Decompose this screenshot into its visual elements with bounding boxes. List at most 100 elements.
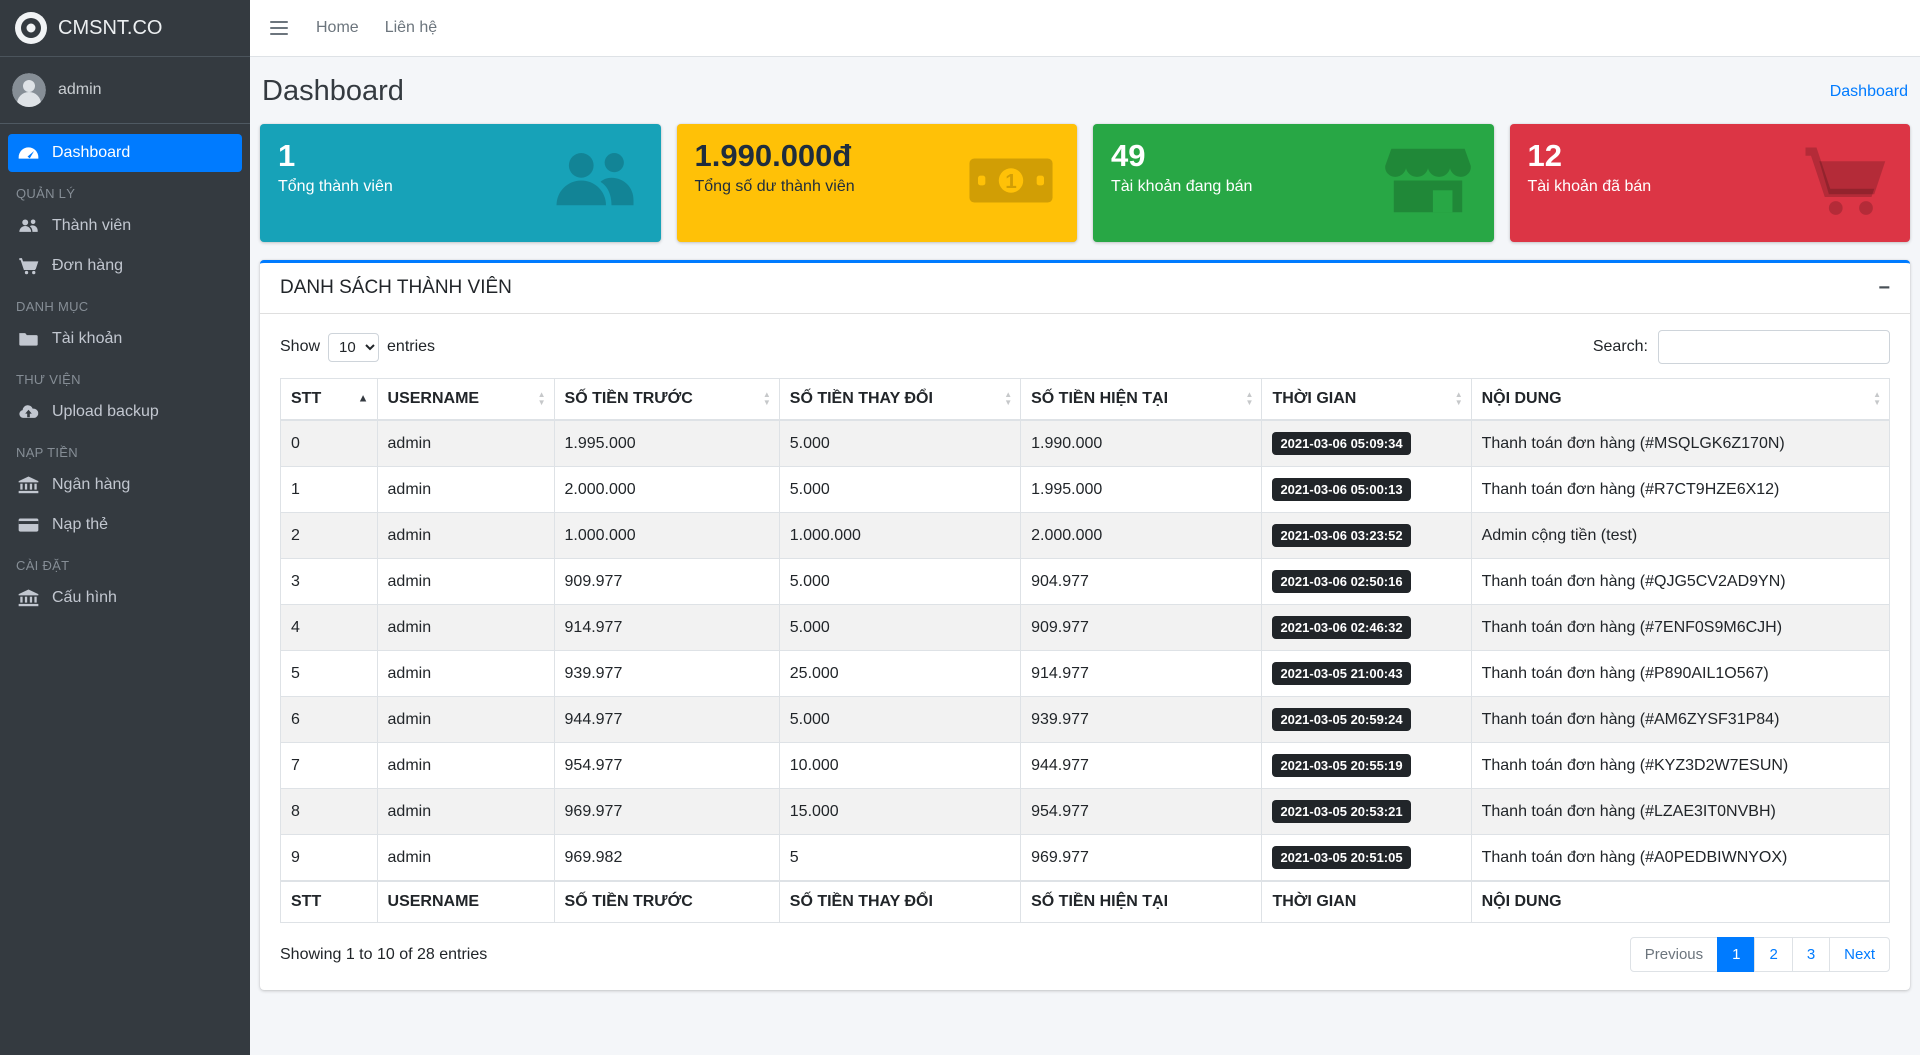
time-badge: 2021-03-06 02:46:32 [1272,616,1411,639]
table-header-row: STT ▲ USERNAME ▲ ▼ SỐ TIỀN TRƯỚC ▲ ▼ SỐ TIỀN THA… [280,378,1891,421]
cell-stt: 6 [280,696,378,743]
column-header-noi-dung[interactable]: NỘI DUNG ▲ ▼ [1470,378,1891,421]
column-footer-stt: STT [280,880,378,923]
search-input[interactable] [1658,330,1890,364]
column-header-so-tien-thay-oi[interactable]: SỐ TIỀN THAY ĐỔI ▲ ▼ [778,378,1022,421]
app-window: CMSNT.CO admin Dashboard QUẢN LÝ Thành viê… [0,0,1920,1055]
cell-noi-dung: Admin cộng tiền (test) [1470,512,1891,559]
entries-select[interactable]: 10 [328,332,380,362]
stat-card-tong-so-du-thanh-vien[interactable]: 1.990.000đ Tổng số dư thành viên 1 [676,124,1077,242]
sidebar-section-header-quan-ly: QUẢN LÝ [16,186,76,201]
time-badge: 2021-03-05 20:55:19 [1272,754,1411,777]
cell-thoi-gian: 2021-03-05 20:55:19 [1261,742,1472,789]
column-header-so-tien-truoc[interactable]: SỐ TIỀN TRƯỚC ▲ ▼ [553,378,780,421]
cell-so-tien-truoc: 1.995.000 [553,419,780,467]
folder-icon [16,330,41,348]
cell-stt: 0 [280,419,378,467]
table-footer-row: STT USERNAME SỐ TIỀN TRƯỚC SỐ TIỀN THAY ĐỔI… [280,880,1891,923]
members-table: STT ▲ USERNAME ▲ ▼ SỐ TIỀN TRƯỚC ▲ ▼ SỐ TIỀN THA… [280,378,1891,923]
sidebar-item-label: Thành viên [52,217,132,234]
cell-thoi-gian: 2021-03-05 20:51:05 [1261,834,1472,882]
cell-username: admin [376,696,555,743]
sidebar-item-nap-the[interactable]: Nạp thẻ [8,506,242,544]
column-header-username[interactable]: USERNAME ▲ ▼ [376,378,555,421]
column-header-stt[interactable]: STT ▲ [280,378,378,421]
cell-username: admin [376,788,555,835]
pagination: Previous 1 2 3 Next [1629,937,1890,972]
cell-stt: 3 [280,558,378,605]
cell-noi-dung: Thanh toán đơn hàng (#R7CT9HZE6X12) [1470,466,1891,513]
nav-link-home[interactable]: Home [316,19,359,37]
sidebar-item-on-hang[interactable]: Đơn hàng [8,247,242,285]
pagination-page-3[interactable]: 3 [1791,937,1831,972]
cell-thoi-gian: 2021-03-06 02:50:16 [1261,558,1472,605]
sidebar-item-cau-hinh[interactable]: Cấu hình [8,579,242,617]
breadcrumb[interactable]: Dashboard [1830,83,1908,101]
cell-thoi-gian: 2021-03-06 05:00:13 [1261,466,1472,513]
collapse-button[interactable]: − [1878,278,1890,298]
time-badge: 2021-03-05 21:00:43 [1272,662,1411,685]
sidebar-item-label: Cấu hình [52,589,117,606]
cell-so-tien-truoc: 1.000.000 [553,512,780,559]
cell-so-tien-thay-oi: 5.000 [778,696,1022,743]
tachometer-icon [16,144,41,162]
cart-icon [1800,144,1888,223]
column-footer-so-tien-hien-tai: SỐ TIỀN HIỆN TẠI [1020,880,1263,923]
pagination-next[interactable]: Next [1829,937,1890,972]
cell-noi-dung: Thanh toán đơn hàng (#LZAE3IT0NVBH) [1470,788,1891,835]
cell-noi-dung: Thanh toán đơn hàng (#KYZ3D2W7ESUN) [1470,742,1891,789]
cell-username: admin [376,466,555,513]
user-name[interactable]: admin [58,81,102,99]
cell-stt: 1 [280,466,378,513]
cell-thoi-gian: 2021-03-06 03:23:52 [1261,512,1472,559]
top-navbar: Home Liên hệ [250,0,1920,57]
sidebar-menu: Dashboard QUẢN LÝ Thành viên Đơn hàng DANH M… [0,124,250,629]
table-body: 0 admin 1.995.000 5.000 1.990.000 2021-03-06 … [280,419,1891,882]
cell-thoi-gian: 2021-03-05 20:59:24 [1261,696,1472,743]
user-panel: admin [0,57,250,124]
stat-card-tai-khoan-ang-ban[interactable]: 49 Tài khoản đang bán [1093,124,1494,242]
cell-so-tien-thay-oi: 5.000 [778,604,1022,651]
credit-card-icon [16,516,41,534]
pagination-page-1[interactable]: 1 [1717,937,1756,972]
table-row: 7 admin 954.977 10.000 944.977 2021-03-05 20:… [280,742,1891,789]
sidebar-item-thanh-vien[interactable]: Thành viên [8,207,242,245]
sort-icons: ▲ ▼ [537,390,546,407]
panel-title: DANH SÁCH THÀNH VIÊN [280,277,512,298]
sidebar-item-upload-backup[interactable]: Upload backup [8,393,242,431]
bank-icon [16,589,41,607]
cell-so-tien-thay-oi: 1.000.000 [778,512,1022,559]
cell-so-tien-hien-tai: 954.977 [1020,788,1263,835]
sidebar-item-label: Nạp thẻ [52,516,109,533]
cell-so-tien-hien-tai: 1.990.000 [1020,419,1263,467]
table-row: 5 admin 939.977 25.000 914.977 2021-03-05 21:… [280,650,1891,697]
stat-cards: 1 Tổng thành viên 1.990.000đ Tổng số dư thà… [260,124,1910,242]
sidebar-item-label: Đơn hàng [52,257,123,274]
sidebar: CMSNT.CO admin Dashboard QUẢN LÝ Thành viê… [0,0,250,1055]
time-badge: 2021-03-05 20:59:24 [1272,708,1411,731]
menu-toggle-button[interactable] [268,13,290,43]
cell-so-tien-truoc: 909.977 [553,558,780,605]
stat-card-tong-thanh-vien[interactable]: 1 Tổng thành viên [260,124,661,242]
pagination-page-2[interactable]: 2 [1754,937,1793,972]
user-avatar [12,73,46,107]
table-row: 2 admin 1.000.000 1.000.000 2.000.000 2021-03… [280,512,1891,559]
members-panel: DANH SÁCH THÀNH VIÊN − Show 10 entries S… [260,260,1910,990]
column-header-thoi-gian[interactable]: THỜI GIAN ▲ ▼ [1261,378,1472,421]
sidebar-item-tai-khoan[interactable]: Tài khoản [8,320,242,358]
brand[interactable]: CMSNT.CO [0,0,250,57]
sidebar-item-dashboard[interactable]: Dashboard [8,134,242,172]
cell-noi-dung: Thanh toán đơn hàng (#AM6ZYSF31P84) [1470,696,1891,743]
cell-thoi-gian: 2021-03-05 21:00:43 [1261,650,1472,697]
cell-so-tien-hien-tai: 1.995.000 [1020,466,1263,513]
cell-thoi-gian: 2021-03-06 02:46:32 [1261,604,1472,651]
table-row: 9 admin 969.982 5 969.977 2021-03-05 20:51:05… [280,834,1891,882]
column-header-so-tien-hien-tai[interactable]: SỐ TIỀN HIỆN TẠI ▲ ▼ [1020,378,1263,421]
sidebar-item-ngan-hang[interactable]: Ngân hàng [8,466,242,504]
cell-noi-dung: Thanh toán đơn hàng (#MSQLGK6Z170N) [1470,419,1891,467]
stat-card-tai-khoan-a-ban[interactable]: 12 Tài khoản đã bán [1509,124,1910,242]
pagination-previous[interactable]: Previous [1629,937,1719,972]
sidebar-section-header-thu-vien: THƯ VIỆN [16,372,81,387]
nav-link-contact[interactable]: Liên hệ [385,19,438,37]
cell-username: admin [376,419,555,467]
